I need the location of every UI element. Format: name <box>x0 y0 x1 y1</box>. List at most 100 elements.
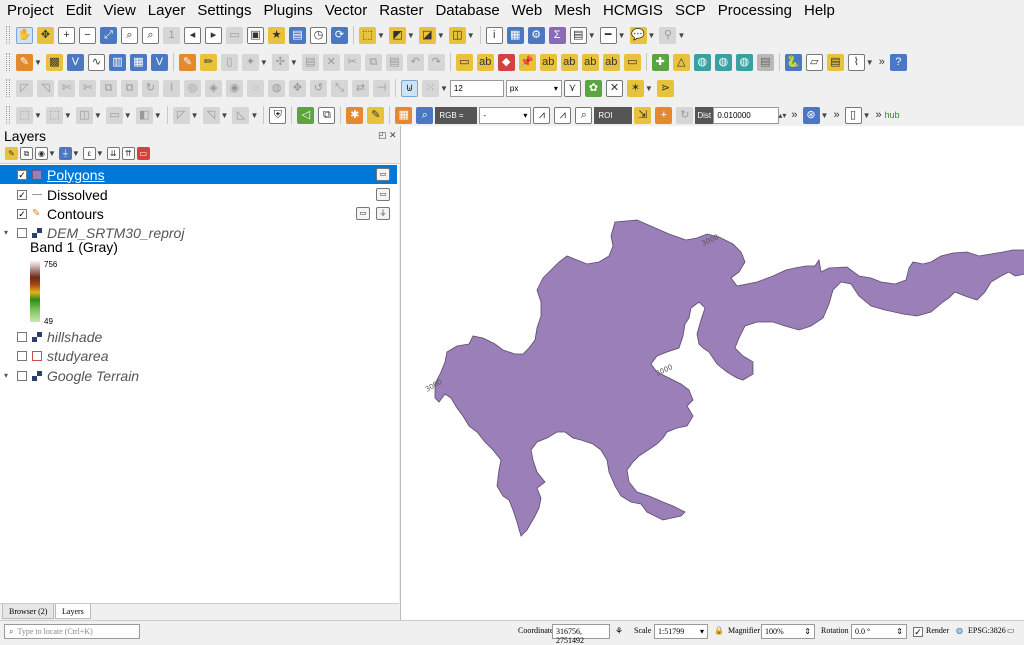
menu-view[interactable]: View <box>97 0 141 22</box>
trim-extend-icon[interactable]: ⊣ <box>373 79 390 97</box>
annotation-icon[interactable]: ⬚ <box>16 106 33 124</box>
scp-std-stretch-icon[interactable]: ⩘ <box>554 106 572 124</box>
scp-cumulative-stretch-icon[interactable]: ⩘ <box>533 106 551 124</box>
layer-visibility-checkbox[interactable]: ✓ <box>17 208 27 219</box>
undo-icon[interactable]: ↶ <box>406 53 424 71</box>
crs-globe-icon[interactable]: ◍ <box>956 626 963 635</box>
add-vector-layer-icon[interactable]: V <box>66 53 84 71</box>
chevron-down-icon[interactable]: ▼ <box>863 111 871 120</box>
chevron-down-icon[interactable]: ▼ <box>96 149 104 158</box>
scp-band-set-icon[interactable]: ▦ <box>395 106 413 124</box>
merge-attributes-icon[interactable]: ⧉ <box>121 79 138 97</box>
toolbar-grip[interactable] <box>6 106 10 124</box>
scp-zoom-icon[interactable]: ⌕ <box>416 106 434 124</box>
collapse-arrow-icon[interactable]: ▾ <box>4 228 14 237</box>
zoom-in-icon[interactable]: + <box>58 26 75 44</box>
snap-unit-select[interactable]: px ▾ <box>505 79 562 97</box>
layer-row-polygons[interactable]: ✓ Polygons ▭ <box>0 165 397 184</box>
chevron-down-icon[interactable]: ▼ <box>677 31 685 40</box>
chevron-down-icon[interactable]: ▼ <box>221 111 229 120</box>
toolbar-overflow-icon[interactable]: » <box>876 109 882 121</box>
change-label-icon[interactable]: ab <box>602 53 620 71</box>
layer-row-contours[interactable]: ✓ ✎ Contours ▭ ⏚ <box>0 204 397 223</box>
crs-label[interactable]: EPSG:3826 <box>968 626 1006 635</box>
shield-plugin-icon[interactable]: ⛨ <box>269 106 287 124</box>
dissolved-polygon-shape[interactable] <box>434 219 1024 537</box>
chevron-down-icon[interactable]: ▼ <box>618 31 626 40</box>
layer-visibility-checkbox[interactable] <box>17 370 27 381</box>
snap-vertex-icon[interactable]: ⁙ <box>422 79 439 97</box>
edits-icon[interactable]: ✎ <box>16 53 33 71</box>
add-delimited-text-icon[interactable]: ∿ <box>87 53 105 71</box>
chevron-down-icon[interactable]: ▼ <box>866 58 874 67</box>
metasearch-icon[interactable]: ◍ <box>735 53 753 71</box>
chevron-down-icon[interactable]: ▼ <box>64 111 72 120</box>
reverse-line-icon[interactable]: ⇄ <box>352 79 369 97</box>
scp-roi-pointer-icon[interactable]: ⇲ <box>634 106 652 124</box>
deselect-icon[interactable]: ◪ <box>418 26 436 44</box>
chevron-down-icon[interactable]: ▼ <box>154 111 162 120</box>
chevron-down-icon[interactable]: ▼ <box>821 111 829 120</box>
reshape-icon[interactable]: ◸ <box>16 79 33 97</box>
menu-layer[interactable]: Layer <box>141 0 191 22</box>
menu-vector[interactable]: Vector <box>318 0 373 22</box>
map-tips-icon[interactable]: 💬 <box>629 26 647 44</box>
select-by-value-icon[interactable]: ◩ <box>388 26 406 44</box>
chevron-down-icon[interactable]: ▼ <box>437 31 445 40</box>
pan-to-selection-icon[interactable]: ✥ <box>37 26 54 44</box>
highlight-pinned-labels-icon[interactable]: ◆ <box>497 53 515 71</box>
print-layout-icon[interactable]: ▯ <box>844 106 862 124</box>
toolbar-overflow-icon[interactable]: » <box>833 109 839 121</box>
self-snapping-icon[interactable]: ✶ <box>626 79 644 97</box>
identify-plugin-icon[interactable]: ✚ <box>651 53 669 71</box>
menu-plugins[interactable]: Plugins <box>257 0 318 22</box>
current-edits-icon[interactable]: ✎ <box>178 53 196 71</box>
extents-toggle-icon[interactable]: ⚘ <box>615 626 623 637</box>
rotate-point-icon[interactable]: ↻ <box>142 79 159 97</box>
scp-settings-icon[interactable]: ⊛ <box>802 106 820 124</box>
menu-scp[interactable]: SCP <box>668 0 711 22</box>
topological-editing-icon[interactable]: ⋎ <box>563 79 581 97</box>
show-hide-labels-icon[interactable]: ab <box>539 53 557 71</box>
snapping-magnet-icon[interactable]: ⊍ <box>401 79 418 97</box>
statistics-sum-icon[interactable]: Σ <box>548 26 566 44</box>
distance-icon[interactable]: ◺ <box>232 106 250 124</box>
close-panel-icon[interactable]: ✕ <box>389 130 397 140</box>
scp-main-icon[interactable]: ✎ <box>367 106 385 124</box>
redo-icon[interactable]: ↷ <box>427 53 445 71</box>
html-annotation-icon[interactable]: ◧ <box>135 106 153 124</box>
zoom-full-icon[interactable]: ⤢ <box>100 26 117 44</box>
layer-tool-icon[interactable]: ▤ <box>826 53 844 71</box>
menu-web[interactable]: Web <box>505 0 548 22</box>
layer-indicator-icon[interactable]: ▭ <box>356 207 370 220</box>
coordinate-field[interactable]: 316756, 2751492 <box>552 624 610 645</box>
vertex-tool-icon[interactable]: ✣ <box>271 53 289 71</box>
snap-tolerance-input[interactable]: 12 <box>449 79 504 97</box>
tab-browser[interactable]: Browser (2) <box>2 604 55 619</box>
zoom-next-icon[interactable]: ▸ <box>205 26 222 44</box>
rotation-stepper[interactable]: 0.0 ° ⇕ <box>851 624 907 639</box>
measure-bearing-icon[interactable]: ◸ <box>172 106 190 124</box>
toolbar-grip[interactable] <box>6 26 10 44</box>
python-console-icon[interactable]: 🐍 <box>784 53 802 71</box>
snap-intersection-icon[interactable]: ✿ <box>584 79 602 97</box>
menu-database[interactable]: Database <box>428 0 504 22</box>
copy-layer-icon[interactable]: ⧉ <box>318 106 336 124</box>
copy-features-icon[interactable]: ⧉ <box>364 53 382 71</box>
chevron-down-icon[interactable]: ▼ <box>34 111 42 120</box>
collapse-arrow-icon[interactable]: ▾ <box>4 371 14 380</box>
text-annotation-icon[interactable]: ◫ <box>75 106 93 124</box>
cut-features-icon[interactable]: ✂ <box>343 53 361 71</box>
label-tool-icon[interactable]: ▭ <box>455 53 473 71</box>
lock-scale-icon[interactable]: 🔒 <box>714 626 724 635</box>
move-label-icon[interactable]: ab <box>560 53 578 71</box>
float-panel-icon[interactable]: ◰ <box>378 130 387 140</box>
scp-redo-roi-icon[interactable]: ↻ <box>676 106 694 124</box>
rotate-feature-icon[interactable]: ↺ <box>310 79 327 97</box>
locator-search-icon[interactable]: ⚲ <box>659 26 677 44</box>
menu-processing[interactable]: Processing <box>711 0 797 22</box>
add-feature-icon[interactable]: ✦ <box>241 53 259 71</box>
scp-tool-icon[interactable]: ⋗ <box>656 79 674 97</box>
layer-filter-indicator-icon[interactable]: ▭ <box>376 168 390 181</box>
split-parts-icon[interactable]: ✄ <box>79 79 96 97</box>
